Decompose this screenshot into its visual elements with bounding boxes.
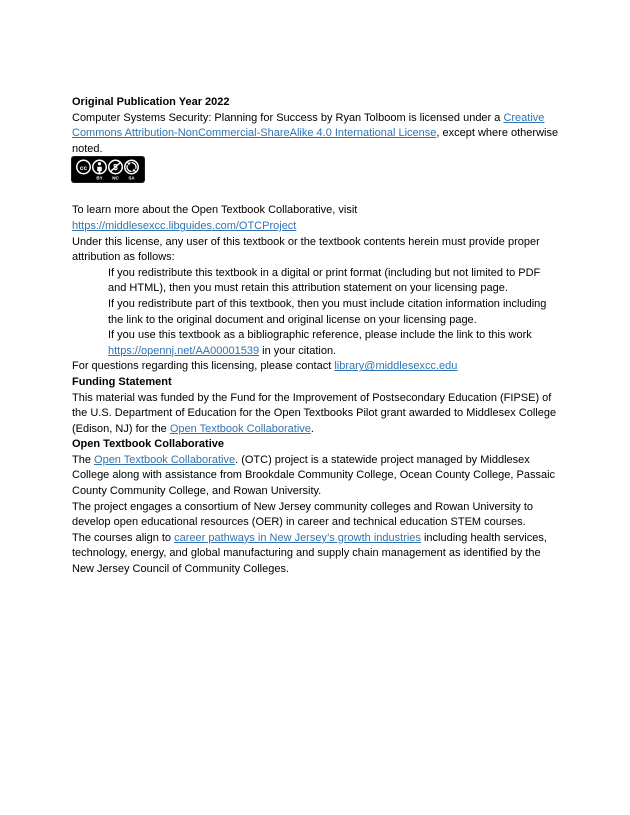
publication-year-heading: Original Publication Year 2022: [72, 96, 230, 108]
cc-license-badge-wrapper: cc $ BY NC: [72, 157, 559, 187]
funding-statement-prefix: This material was funded by the Fund for…: [72, 391, 557, 435]
attribution-intro-paragraph: Under this license, any user of this tex…: [72, 235, 540, 264]
attribution-item-3-prefix: If you use this textbook as a bibliograp…: [108, 329, 532, 342]
otc-description-paragraph: The Open Textbook Collaborative. (OTC) p…: [72, 453, 559, 500]
library-email-link[interactable]: library@middlesexcc.edu: [334, 360, 457, 372]
attribution-item-1: If you redistribute this textbook in a d…: [108, 266, 541, 295]
otc-funding-link[interactable]: Open Textbook Collaborative: [170, 423, 311, 435]
license-statement-prefix: Computer Systems Security: Planning for …: [72, 111, 504, 124]
otc-consortium-paragraph: The project engages a consortium of New …: [72, 500, 533, 529]
opennj-work-link[interactable]: https://opennj.net/AA00001539: [108, 345, 259, 357]
career-pathways-link[interactable]: career pathways in New Jersey’s growth i…: [174, 532, 421, 544]
otc-pathways-prefix: The courses align to: [72, 531, 175, 544]
attribution-item-3: If you use this textbook as a bibliograp…: [108, 328, 559, 359]
otc-pathways-paragraph: The courses align to career pathways in …: [72, 531, 559, 578]
learn-more-paragraph: To learn more about the Open Textbook Co…: [72, 203, 559, 234]
learn-more-prefix: To learn more about the Open Textbook Co…: [72, 204, 358, 217]
cc-license-badge: cc $ BY NC: [72, 157, 144, 183]
document-page: Original Publication Year 2022 Computer …: [0, 0, 630, 815]
otc-project-url-link[interactable]: https://middlesexcc.libguides.com/OTCPro…: [72, 220, 296, 232]
licensing-contact-prefix: For questions regarding this licensing, …: [72, 360, 335, 373]
svg-text:SA: SA: [128, 176, 135, 181]
funding-statement-heading: Funding Statement: [72, 375, 172, 388]
attribution-item-3-suffix: in your citation.: [259, 344, 337, 357]
licensing-contact-paragraph: For questions regarding this licensing, …: [72, 359, 559, 375]
svg-text:BY: BY: [96, 176, 102, 181]
license-statement-paragraph: Computer Systems Security: Planning for …: [72, 111, 559, 158]
svg-text:NC: NC: [112, 176, 119, 181]
funding-statement-paragraph: This material was funded by the Fund for…: [72, 391, 559, 438]
attribution-item-2: If you redistribute part of this textboo…: [108, 297, 547, 326]
document-content: Original Publication Year 2022 Computer …: [72, 95, 559, 578]
otc-description-prefix: The: [72, 453, 95, 466]
svg-text:cc: cc: [80, 165, 88, 172]
cc-by-nc-sa-icon: cc $ BY NC: [76, 159, 139, 181]
otc-section-heading: Open Textbook Collaborative: [72, 438, 224, 451]
funding-statement-suffix: .: [310, 422, 314, 435]
otc-description-link[interactable]: Open Textbook Collaborative: [94, 454, 235, 466]
